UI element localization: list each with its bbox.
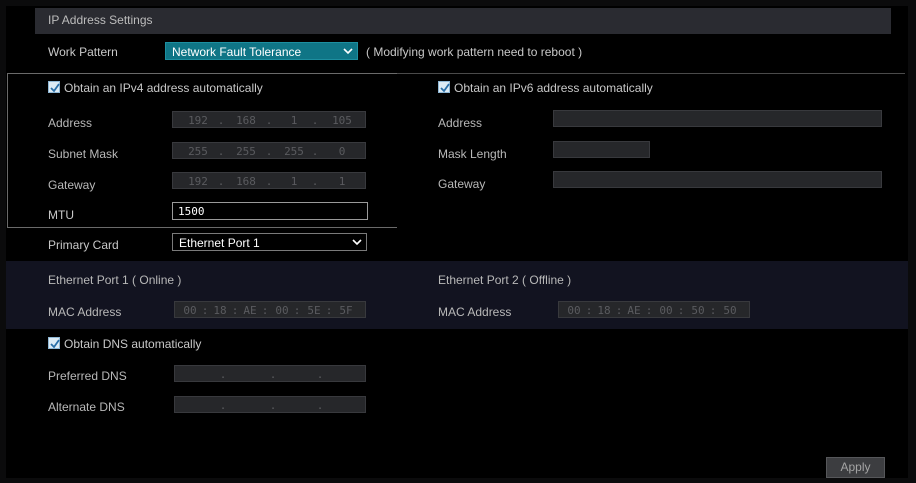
page-title: IP Address Settings — [48, 13, 153, 27]
ipv4-auto-checkbox[interactable] — [48, 81, 60, 93]
ipv4-auto-label: Obtain an IPv4 address automatically — [64, 81, 263, 95]
octet: 1 — [290, 114, 298, 127]
mac-segment: 5E — [307, 304, 321, 317]
ipv4-gateway-field[interactable]: 192 . 168 . 1 . 1 — [172, 172, 366, 189]
mac-segment: AE — [627, 304, 641, 317]
octet-separator: . — [217, 114, 225, 127]
dns-auto-checkbox[interactable] — [48, 337, 60, 349]
mac-separator: : — [677, 304, 685, 317]
alternate-dns-label: Alternate DNS — [48, 400, 125, 414]
octet: 255 — [236, 145, 256, 158]
preferred-dns-label: Preferred DNS — [48, 369, 127, 383]
mac-segment: 00 — [659, 304, 673, 317]
octet-separator: . — [219, 368, 227, 381]
mac-separator: : — [615, 304, 623, 317]
mac-separator: : — [293, 304, 301, 317]
port2-title: Ethernet Port 2 ( Offline ) — [438, 273, 572, 287]
work-pattern-note: ( Modifying work pattern need to reboot … — [366, 45, 583, 59]
port2-mac-field: 00 : 18 : AE : 00 : 50 : 50 — [558, 301, 750, 318]
dns-auto-label: Obtain DNS automatically — [64, 337, 202, 351]
octet: 168 — [236, 114, 256, 127]
apply-button[interactable]: Apply — [826, 457, 885, 478]
octet-separator: . — [217, 175, 225, 188]
octet: 0 — [338, 145, 346, 158]
octet: 255 — [188, 145, 208, 158]
ipv4-address-field[interactable]: 192 . 168 . 1 . 105 — [172, 111, 366, 128]
mac-segment: 00 — [275, 304, 289, 317]
mac-segment: 18 — [213, 304, 227, 317]
mac-segment: 00 — [183, 304, 197, 317]
octet-separator: . — [316, 399, 324, 412]
mac-segment: 18 — [597, 304, 611, 317]
octet-separator: . — [265, 145, 273, 158]
work-pattern-label: Work Pattern — [48, 45, 118, 59]
work-pattern-value: Network Fault Tolerance — [172, 45, 302, 59]
checkmark-icon — [50, 339, 60, 349]
octet-separator: . — [265, 114, 273, 127]
mask-length-field[interactable] — [553, 141, 650, 158]
mac-separator: : — [709, 304, 717, 317]
octet: 1 — [290, 175, 298, 188]
section-header: IP Address Settings — [35, 8, 891, 34]
checkmark-icon — [50, 83, 60, 93]
octet-separator: . — [311, 145, 319, 158]
port1-title: Ethernet Port 1 ( Online ) — [48, 273, 182, 287]
chevron-down-icon — [352, 234, 362, 253]
octet: 255 — [284, 145, 304, 158]
octet-separator: . — [311, 114, 319, 127]
octet-separator: . — [217, 145, 225, 158]
port2-mac-label: MAC Address — [438, 305, 512, 319]
mac-segment: 5F — [339, 304, 353, 317]
octet-separator: . — [269, 368, 277, 381]
octet-separator: . — [265, 175, 273, 188]
mac-separator: : — [231, 304, 239, 317]
mac-segment: 50 — [723, 304, 737, 317]
octet: 192 — [188, 175, 208, 188]
mac-separator: : — [325, 304, 333, 317]
octet-separator: . — [219, 399, 227, 412]
preferred-dns-field[interactable]: . . . — [174, 365, 366, 382]
ipv4-gateway-label: Gateway — [48, 178, 96, 192]
mask-length-label: Mask Length — [438, 147, 507, 161]
mac-separator: : — [645, 304, 653, 317]
mac-separator: : — [585, 304, 593, 317]
ipv6-gateway-field[interactable] — [553, 171, 882, 188]
ipv4-address-label: Address — [48, 116, 93, 130]
port1-mac-label: MAC Address — [48, 305, 122, 319]
mac-separator: : — [261, 304, 269, 317]
ipv6-address-field[interactable] — [553, 110, 882, 127]
primary-card-value: Ethernet Port 1 — [179, 236, 260, 250]
octet-separator: . — [316, 368, 324, 381]
mac-segment: AE — [243, 304, 257, 317]
mtu-input[interactable]: 1500 — [172, 202, 368, 220]
ipv6-address-label: Address — [438, 116, 483, 130]
octet: 105 — [332, 114, 352, 127]
octet: 1 — [338, 175, 346, 188]
mtu-label: MTU — [48, 208, 74, 222]
subnet-mask-field[interactable]: 255 . 255 . 255 . 0 — [172, 142, 366, 159]
octet: 168 — [236, 175, 256, 188]
primary-card-label: Primary Card — [48, 238, 119, 252]
port1-mac-field: 00 : 18 : AE : 00 : 5E : 5F — [174, 301, 366, 318]
octet: 192 — [188, 114, 208, 127]
checkmark-icon — [440, 83, 450, 93]
ipv6-auto-checkbox[interactable] — [438, 81, 450, 93]
mac-segment: 50 — [691, 304, 705, 317]
primary-card-select[interactable]: Ethernet Port 1 — [172, 233, 367, 251]
ipv6-auto-label: Obtain an IPv6 address automatically — [454, 81, 653, 95]
octet-separator: . — [269, 399, 277, 412]
octet-separator: . — [311, 175, 319, 188]
chevron-down-icon — [343, 43, 353, 62]
work-pattern-select[interactable]: Network Fault Tolerance — [165, 42, 358, 60]
mac-segment: 00 — [567, 304, 581, 317]
ipv6-gateway-label: Gateway — [438, 177, 486, 191]
alternate-dns-field[interactable]: . . . — [174, 396, 366, 413]
subnet-mask-label: Subnet Mask — [48, 147, 119, 161]
mac-separator: : — [201, 304, 209, 317]
